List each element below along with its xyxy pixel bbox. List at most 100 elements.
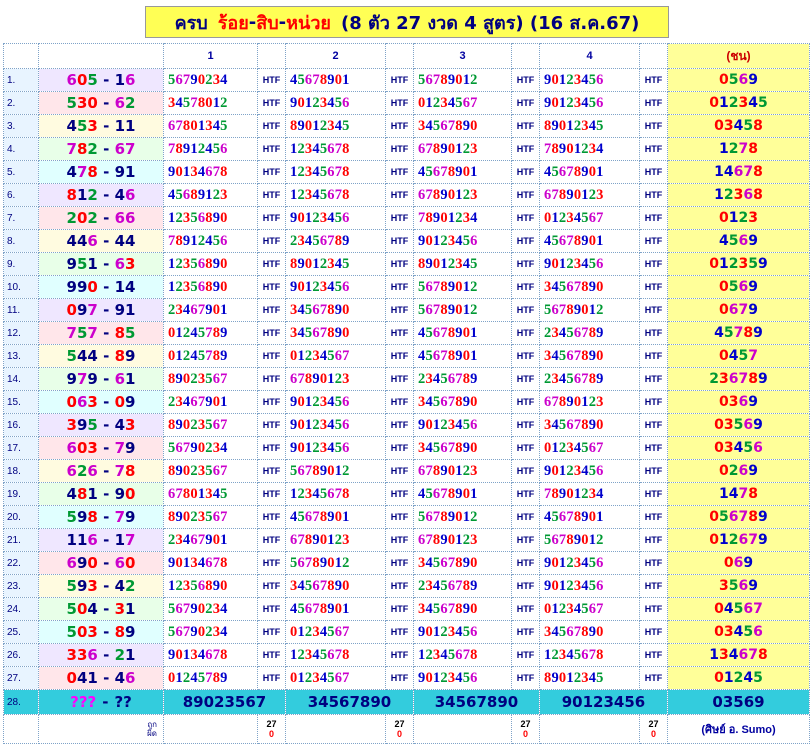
prediction-formula-1: 89023567	[163, 689, 286, 715]
table-row: 3. 453 - 11 67801345 HTF 89012345 HTF 34567890…	[3, 114, 810, 138]
formula-2-digits: 45678901	[285, 597, 386, 621]
htf-label: HTF	[385, 413, 414, 437]
htf-label: HTF	[257, 344, 286, 368]
htf-label: HTF	[511, 436, 540, 460]
row-number: 24.	[3, 597, 39, 621]
table-row: 25. 503 - 89 56790234 HTF 01234567 HTF 9012345…	[3, 620, 810, 644]
table-body: 1 2 3 4 (ชน) 1. 605 - 16 56790234 HTF 456789…	[3, 43, 810, 744]
row-number: 10.	[3, 275, 39, 299]
htf-label: HTF	[385, 114, 414, 138]
row-number: 3.	[3, 114, 39, 138]
htf-label: HTF	[257, 666, 286, 690]
htf-label: HTF	[385, 137, 414, 161]
htf-label: HTF	[385, 620, 414, 644]
htf-label: HTF	[385, 390, 414, 414]
formula-4-score: 27 0	[639, 714, 668, 744]
htf-label: HTF	[639, 252, 668, 276]
formula-2-digits: 23456789	[285, 229, 386, 253]
number-pair: 116 - 17	[38, 528, 164, 552]
result-digits: 03458	[667, 114, 810, 138]
formula-4-digits: 89012345	[539, 114, 640, 138]
formula-3-digits: 23456789	[413, 367, 512, 391]
table-row: 11. 097 - 91 23467901 HTF 34567890 HTF 5678901…	[3, 298, 810, 322]
header-blank	[3, 43, 39, 69]
formula-3-digits: 56789012	[413, 68, 512, 92]
title-word-hundreds: ร้อย	[217, 12, 249, 34]
prediction-formula-2: 34567890	[285, 689, 414, 715]
header-row: 1 2 3 4 (ชน)	[3, 43, 810, 69]
formula-3-digits: 67890123	[413, 528, 512, 552]
footer-blank	[413, 714, 512, 744]
formula-4-digits: 45678901	[539, 505, 640, 529]
formula-3-digits: 78901234	[413, 206, 512, 230]
table-row: 17. 603 - 79 56790234 HTF 90123456 HTF 3456789…	[3, 436, 810, 460]
formula-4-digits: 90123456	[539, 252, 640, 276]
result-digits: 0123	[667, 206, 810, 230]
table-row: 14. 979 - 61 89023567 HTF 67890123 HTF 2345678…	[3, 367, 810, 391]
htf-label: HTF	[511, 91, 540, 115]
formula-3-digits: 34567890	[413, 390, 512, 414]
footer-blank	[163, 714, 258, 744]
htf-label: HTF	[385, 68, 414, 92]
htf-label: HTF	[511, 551, 540, 575]
htf-label: HTF	[385, 252, 414, 276]
formula-2-score: 27 0	[385, 714, 414, 744]
result-digits: 012359	[667, 252, 810, 276]
row-number: 28.	[3, 689, 39, 715]
formula-4-digits: 90123456	[539, 574, 640, 598]
formula-4-digits: 01234567	[539, 206, 640, 230]
htf-label: HTF	[639, 436, 668, 460]
formula-2-digits: 01234567	[285, 620, 386, 644]
formula-3-digits: 34567890	[413, 551, 512, 575]
formula-2-digits: 89012345	[285, 252, 386, 276]
footer-row: ถูก ผิด 27 0 27 0 27 0 27 0 (ศิษย์ อ. Sumo)	[3, 714, 810, 744]
formula-2-digits: 34567890	[285, 574, 386, 598]
htf-label: HTF	[257, 367, 286, 391]
formula-1-digits: 90134678	[163, 551, 258, 575]
htf-label: HTF	[257, 597, 286, 621]
formula-1-digits: 67801345	[163, 114, 258, 138]
formula-2-digits: 56789012	[285, 459, 386, 483]
result-digits: 0369	[667, 390, 810, 414]
htf-label: HTF	[257, 298, 286, 322]
formula-1-digits: 89023567	[163, 367, 258, 391]
htf-label: HTF	[511, 275, 540, 299]
row-number: 2.	[3, 91, 39, 115]
formula-3-digits: 45678901	[413, 344, 512, 368]
row-number: 16.	[3, 413, 39, 437]
miss-label: ผิด	[147, 729, 157, 738]
htf-label: HTF	[511, 160, 540, 184]
title-detail: (8 ตัว 27 งวด 4 สูตร) (16 ส.ค.67)	[340, 12, 640, 34]
formula-2-digits: 90123456	[285, 436, 386, 460]
formula-1-digits: 34578012	[163, 91, 258, 115]
formula-1-digits: 90134678	[163, 643, 258, 667]
formula-2-digits: 12345678	[285, 482, 386, 506]
prediction-formula-3: 34567890	[413, 689, 540, 715]
formula-2-digits: 90123456	[285, 390, 386, 414]
result-digits: 1278	[667, 137, 810, 161]
author-credit: (ศิษย์ อ. Sumo)	[667, 714, 810, 744]
htf-label: HTF	[511, 321, 540, 345]
result-digits: 236789	[667, 367, 810, 391]
formula-4-digits: 23456789	[539, 367, 640, 391]
number-pair: 544 - 89	[38, 344, 164, 368]
formula-4-digits: 90123456	[539, 91, 640, 115]
formula-2-digits: 67890123	[285, 528, 386, 552]
row-number: 20.	[3, 505, 39, 529]
htf-label: HTF	[639, 413, 668, 437]
formula-3-digits: 90123456	[413, 229, 512, 253]
formula-3-digits: 56789012	[413, 505, 512, 529]
formula-3-digits: 12345678	[413, 643, 512, 667]
formula-4-digits: 90123456	[539, 551, 640, 575]
formula-2-digits: 34567890	[285, 298, 386, 322]
result-digits: 012679	[667, 528, 810, 552]
number-pair: 446 - 44	[38, 229, 164, 253]
number-pair: 990 - 14	[38, 275, 164, 299]
htf-label: HTF	[511, 390, 540, 414]
htf-label: HTF	[511, 643, 540, 667]
htf-label: HTF	[257, 459, 286, 483]
formula-1-digits: 01245789	[163, 344, 258, 368]
formula-3-digits: 45678901	[413, 321, 512, 345]
number-pair: 593 - 42	[38, 574, 164, 598]
formula-2-digits: 01234567	[285, 666, 386, 690]
